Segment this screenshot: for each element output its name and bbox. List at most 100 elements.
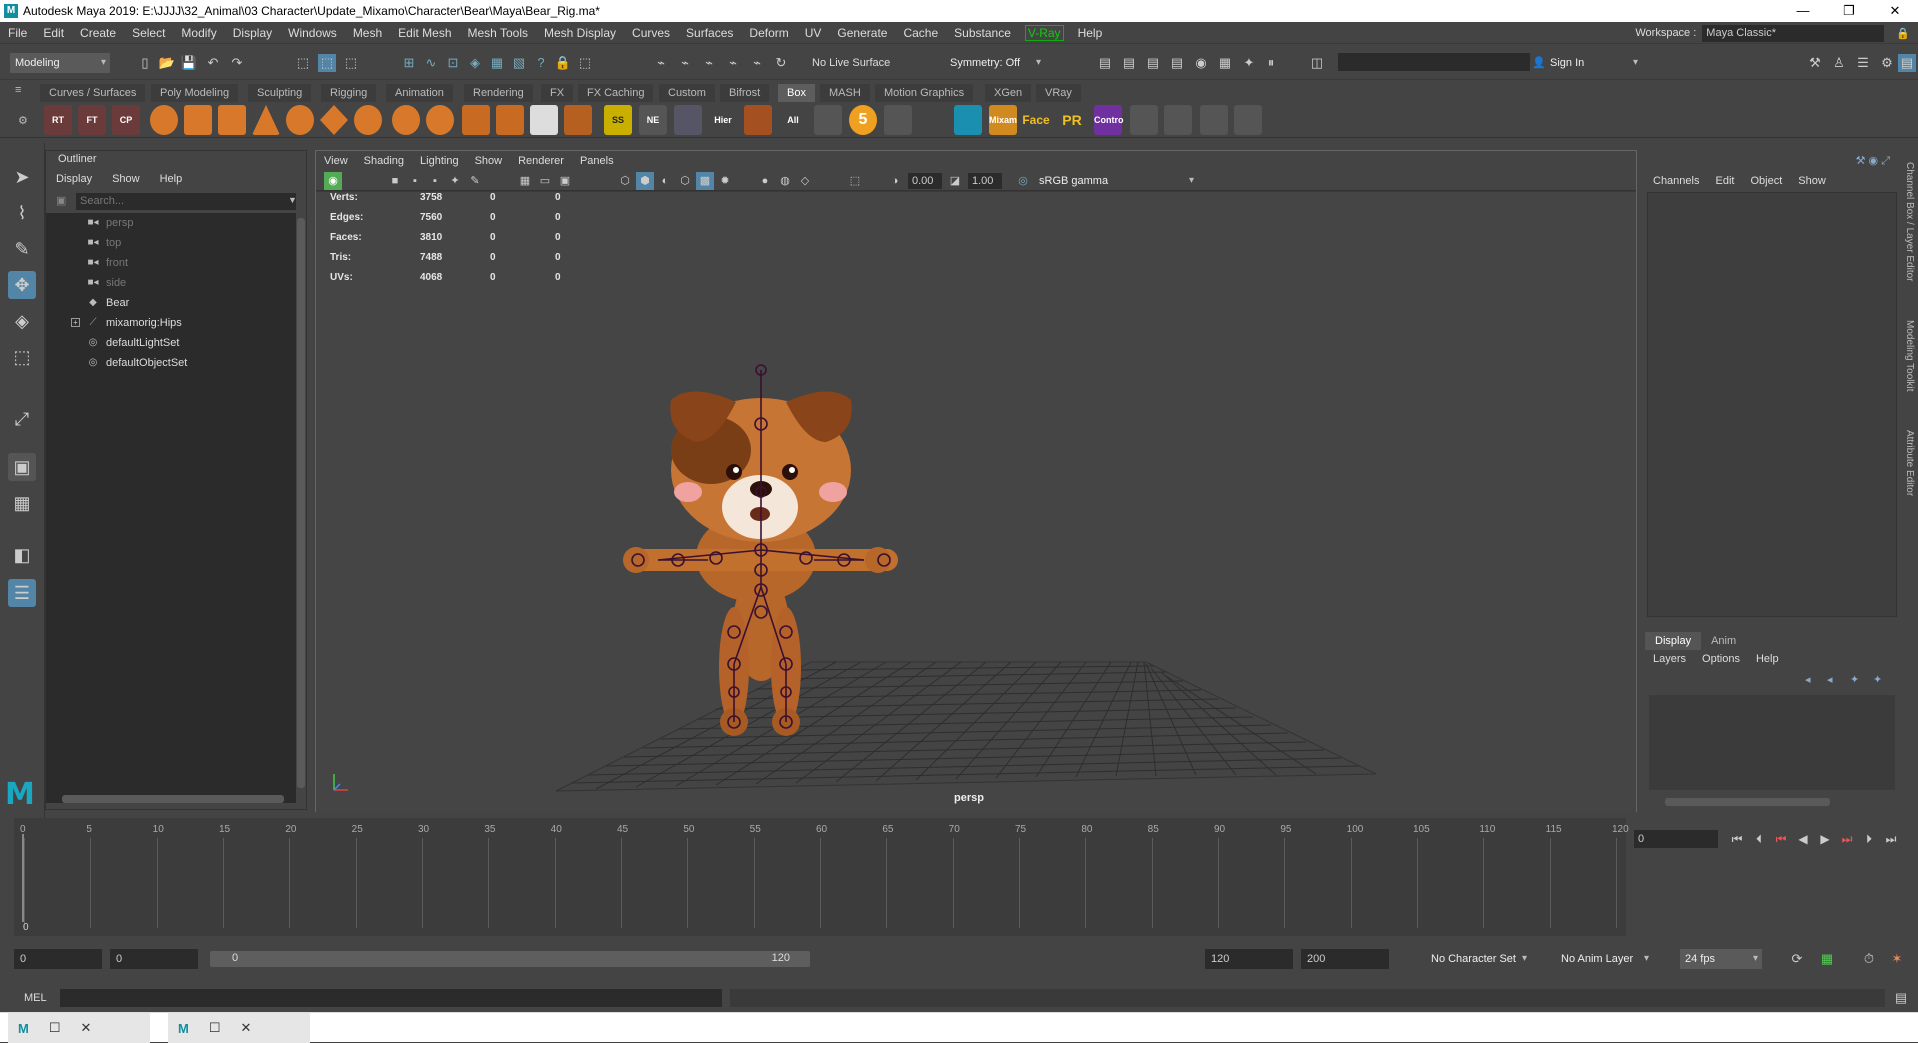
shelf-hier-button[interactable]: Hier <box>709 105 737 135</box>
shelf-disk-button[interactable] <box>392 105 420 135</box>
smooth-shade-icon[interactable]: ⬢ <box>636 172 654 190</box>
exposure-field[interactable]: 0.00 <box>908 173 942 189</box>
shelf-cp-button[interactable]: CP <box>112 105 140 135</box>
layer-move-down-icon[interactable]: ◂ <box>1827 673 1833 686</box>
search-dropdown-icon[interactable]: ▼ <box>288 195 297 205</box>
wireframe-icon[interactable]: ⬡ <box>616 172 634 190</box>
workspace-dropdown[interactable]: Maya Classic* <box>1702 24 1885 42</box>
shelf-mirror-button[interactable] <box>1164 105 1192 135</box>
menu-substance[interactable]: Substance <box>946 26 1019 40</box>
select-by-component-icon[interactable]: ⬚ <box>342 54 360 72</box>
film-gate-icon[interactable]: ▭ <box>536 172 554 190</box>
shelf-blocks-button[interactable] <box>564 105 592 135</box>
taskbar-close-icon[interactable]: ✕ <box>241 1020 252 1036</box>
shelf-tab-vray[interactable]: VRay <box>1036 84 1081 102</box>
camera-attributes-icon[interactable]: ■ <box>386 172 404 190</box>
side-tab-modeling-toolkit[interactable]: Modeling Toolkit <box>1904 320 1915 392</box>
viewport-menu-renderer[interactable]: Renderer <box>510 151 572 171</box>
shelf-all-button[interactable]: All <box>779 105 807 135</box>
menu-file[interactable]: File <box>0 26 35 40</box>
human-ik-icon[interactable]: ♙ <box>1830 54 1848 72</box>
shelf-film-button[interactable] <box>744 105 772 135</box>
shelf-tab-sculpting[interactable]: Sculpting <box>248 84 312 102</box>
channel-area[interactable] <box>1647 192 1897 617</box>
shelf-copy-button[interactable] <box>1130 105 1158 135</box>
layer-menu-layers[interactable]: Layers <box>1645 650 1694 668</box>
outliner-item-side[interactable]: ■◂ side <box>46 273 296 293</box>
image-plane-icon[interactable]: ▪ <box>426 172 444 190</box>
shelf-mixamo-button[interactable]: Mixam <box>989 105 1017 135</box>
shelf-tab-fx-caching[interactable]: FX Caching <box>578 84 654 102</box>
wireframe-on-shaded-icon[interactable]: ⬡ <box>676 172 694 190</box>
shelf-tab-curves-surfaces[interactable]: Curves / Surfaces <box>40 84 146 102</box>
output-ops-icon[interactable]: ⌁ <box>676 54 694 72</box>
outliner-menu-help[interactable]: Help <box>150 170 193 188</box>
shelf-skull-button[interactable] <box>919 105 947 135</box>
menu-cache[interactable]: Cache <box>895 26 946 40</box>
light-editor-icon[interactable]: ✦ <box>1240 54 1258 72</box>
shelf-ss-button[interactable]: SS <box>604 105 632 135</box>
shelf-ruler-button[interactable] <box>1200 105 1228 135</box>
snap-surface-icon[interactable]: ▦ <box>488 54 506 72</box>
outliner-item-top[interactable]: ■◂ top <box>46 233 296 253</box>
side-tab-channel-box[interactable]: Channel Box / Layer Editor <box>1904 162 1915 282</box>
shelf-options-icon[interactable]: ≡ <box>15 84 21 96</box>
hypershade-icon[interactable]: ◉ <box>1192 54 1210 72</box>
select-tool-icon[interactable]: ➤ <box>8 163 36 191</box>
mel-label[interactable]: MEL <box>24 992 47 1004</box>
snap-view-plane-icon[interactable]: ◈ <box>466 54 484 72</box>
shelf-control-button[interactable]: Contro <box>1094 105 1124 135</box>
viewport-canvas[interactable]: Verts: 3758 0 0 Edges: 7560 0 0 Faces: 3… <box>316 192 1636 812</box>
snap-help-icon[interactable]: ? <box>532 54 550 72</box>
command-input[interactable] <box>60 989 722 1007</box>
shelf-tab-mash[interactable]: MASH <box>820 84 870 102</box>
gamma-icon[interactable]: ◪ <box>946 172 964 190</box>
outliner-item-front[interactable]: ■◂ front <box>46 253 296 273</box>
grease-pencil-icon[interactable]: ✎ <box>466 172 484 190</box>
outliner-search-input[interactable]: Search... <box>76 193 296 210</box>
new-scene-icon[interactable]: ▯ <box>136 54 154 72</box>
shelf-grid-button[interactable] <box>462 105 490 135</box>
outliner-menu-display[interactable]: Display <box>46 170 102 188</box>
step-forward-key-icon[interactable]: ⏭ <box>1838 830 1856 848</box>
layer-menu-help[interactable]: Help <box>1748 650 1787 668</box>
taskbar-window-1[interactable]: M ☐ ✕ <box>8 1013 150 1043</box>
playback-start-field[interactable]: 0 <box>110 949 198 969</box>
outliner-item-mixamorig-hips[interactable]: + ⟋ mixamorig:Hips <box>46 313 296 333</box>
animation-end-field[interactable]: 200 <box>1301 949 1389 969</box>
undo-icon[interactable]: ↶ <box>204 54 222 72</box>
quick-search-field[interactable] <box>1338 53 1534 71</box>
live-surface-label[interactable]: No Live Surface <box>812 57 890 69</box>
gamma-field[interactable]: 1.00 <box>968 173 1002 189</box>
shelf-ft-button[interactable]: FT <box>78 105 106 135</box>
ipr-render-icon[interactable]: ▤ <box>1144 54 1162 72</box>
pause-render-icon[interactable]: ⏸ <box>1262 54 1280 72</box>
outliner-item-defaultlightset[interactable]: ◎ defaultLightSet <box>46 333 296 353</box>
modeling-toolkit-icon[interactable]: ⚒ <box>1806 54 1824 72</box>
rotate-tool-icon[interactable]: ◈ <box>8 307 36 335</box>
shelf-tab-box[interactable]: Box <box>778 84 815 102</box>
viewport-menu-panels[interactable]: Panels <box>572 151 622 171</box>
panel-toggle-icon[interactable]: ◫ <box>1308 54 1326 72</box>
outliner-vertical-scrollbar[interactable] <box>297 218 305 788</box>
shelf-rig-button[interactable] <box>954 105 982 135</box>
select-by-object-icon[interactable]: ⬚ <box>318 54 336 72</box>
lock-icon[interactable]: 🔒 <box>1896 27 1910 40</box>
shelf-cone-button[interactable] <box>252 105 280 135</box>
resolution-gate-icon[interactable]: ▣ <box>556 172 574 190</box>
shelf-face-button[interactable]: Face <box>1022 105 1050 135</box>
snap-point-icon[interactable]: ⊡ <box>444 54 462 72</box>
menu-vray[interactable]: V-Ray <box>1024 24 1064 41</box>
menu-create[interactable]: Create <box>72 26 124 40</box>
bookmark-icon[interactable]: ▪ <box>406 172 424 190</box>
script-editor-icon[interactable]: ▤ <box>1892 989 1910 1007</box>
menu-edit-mesh[interactable]: Edit Mesh <box>390 26 459 40</box>
shelf-node-editor-button[interactable] <box>674 105 702 135</box>
last-tool-icon[interactable]: ⤢ <box>8 405 36 433</box>
animation-start-field[interactable]: 0 <box>14 949 102 969</box>
menu-display[interactable]: Display <box>225 26 280 40</box>
go-to-end-icon[interactable]: ⏭ <box>1882 830 1900 848</box>
single-perspective-layout-icon[interactable]: ▣ <box>8 453 36 481</box>
taskbar-window-2[interactable]: M ☐ ✕ <box>168 1013 310 1043</box>
scale-tool-icon[interactable]: ⬚ <box>8 343 36 371</box>
